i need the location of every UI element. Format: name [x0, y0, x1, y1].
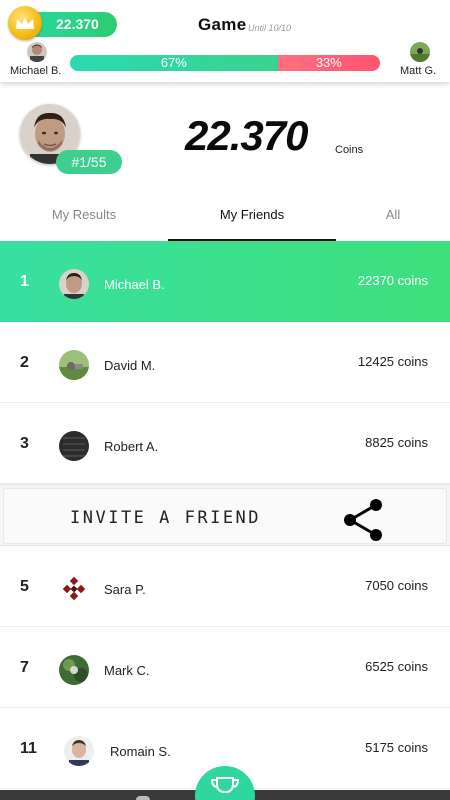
avatar — [59, 350, 89, 380]
invite-label: INVITE A FRIEND — [70, 508, 262, 528]
left-player-name: Michael B. — [10, 65, 62, 77]
row-coins: 7050 coins — [365, 578, 428, 593]
row-rank: 3 — [20, 435, 29, 452]
coin-balance: 22.370 — [56, 16, 99, 32]
row-name: Michael B. — [104, 277, 165, 292]
avatar — [59, 269, 89, 299]
row-coins: 12425 coins — [357, 354, 428, 369]
row-rank: 2 — [20, 354, 29, 371]
friends-leaderboard: 1 Michael B. 22370 coins 2 David M. 1242… — [0, 241, 450, 789]
table-row[interactable]: 2 David M. 12425 coins — [0, 322, 450, 403]
tab-my-results[interactable]: My Results — [0, 193, 168, 241]
row-name: Robert A. — [104, 439, 159, 454]
row-rank: 7 — [20, 659, 29, 676]
left-player-share: 67% — [70, 55, 278, 71]
versus-progress-bar: 67% 33% — [70, 55, 380, 71]
tab-label: My Friends — [219, 207, 285, 222]
row-name: Sara P. — [104, 582, 146, 597]
game-title: Game — [198, 15, 247, 34]
table-row[interactable]: 3 Robert A. 8825 coins — [0, 403, 450, 484]
right-player-avatar[interactable] — [410, 42, 430, 62]
bottom-nav-icon[interactable] — [136, 796, 150, 800]
row-rank: 1 — [20, 273, 29, 290]
tab-label: My Results — [51, 207, 117, 222]
row-name: Romain S. — [110, 744, 171, 759]
avatar — [59, 431, 89, 461]
total-coins: 22.370 — [185, 112, 308, 159]
avatar — [64, 736, 94, 766]
row-name: Mark C. — [104, 663, 150, 678]
row-rank: 5 — [20, 578, 29, 595]
tab-all[interactable]: All — [336, 193, 450, 241]
trophy-icon — [210, 777, 240, 794]
row-rank: 11 — [20, 740, 37, 757]
game-header: 22.370 Game Until 10/10 Michael B. Matt … — [0, 0, 450, 82]
row-coins: 22370 coins — [357, 273, 428, 288]
leaderboard-tabs: My Results My Friends All — [0, 193, 450, 241]
row-coins: 6525 coins — [365, 659, 428, 674]
table-row[interactable]: 7 Mark C. 6525 coins — [0, 627, 450, 708]
coins-unit-label: Coins — [335, 144, 364, 156]
right-player-share: 33% — [277, 55, 380, 71]
row-coins: 8825 coins — [365, 435, 428, 450]
table-row[interactable]: 5 Sara P. 7050 coins — [0, 546, 450, 627]
right-player-name: Matt G. — [400, 65, 437, 77]
rank-badge: #1/55 — [56, 150, 122, 174]
invite-friend-button[interactable]: INVITE A FRIEND — [3, 488, 447, 544]
left-player-avatar[interactable] — [27, 42, 47, 62]
row-name: David M. — [104, 358, 156, 373]
leaderboard-screen: 22.370 Game Until 10/10 Michael B. Matt … — [0, 0, 450, 800]
crown-coin-icon — [8, 6, 42, 40]
table-row[interactable]: 1 Michael B. 22370 coins — [0, 241, 450, 322]
game-until-date: Until 10/10 — [248, 23, 292, 33]
avatar — [59, 655, 89, 685]
tab-my-friends[interactable]: My Friends — [168, 193, 336, 241]
tab-label: All — [385, 207, 401, 222]
row-coins: 5175 coins — [365, 740, 428, 755]
share-icon[interactable] — [338, 495, 388, 545]
invite-friend-banner[interactable]: INVITE A FRIEND — [0, 484, 450, 546]
avatar — [59, 574, 89, 604]
